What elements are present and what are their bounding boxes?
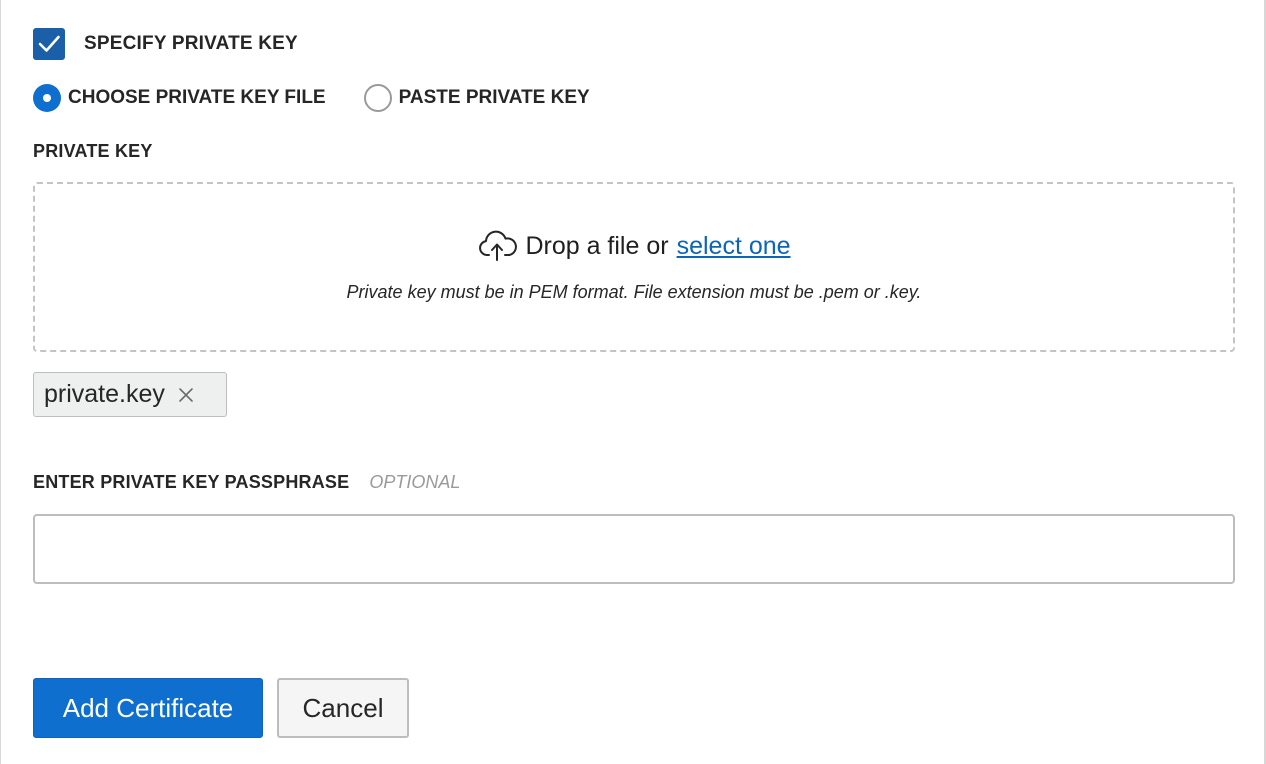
cloud-upload-icon [479, 230, 518, 261]
selected-file-chip: private.key [33, 372, 227, 417]
specify-private-key-checkbox[interactable] [33, 28, 65, 60]
file-drop-zone[interactable]: Drop a file or select one Private key mu… [33, 182, 1235, 352]
key-source-radio-group: CHOOSE PRIVATE KEY FILE PASTE PRIVATE KE… [33, 84, 590, 112]
drop-zone-message: Drop a file or select one [35, 230, 1233, 262]
specify-private-key-label: SPECIFY PRIVATE KEY [84, 33, 298, 54]
drop-zone-text: Drop a file or [525, 231, 669, 260]
passphrase-label-row: ENTER PRIVATE KEY PASSPHRASE OPTIONAL [33, 472, 460, 493]
optional-tag: OPTIONAL [369, 472, 461, 492]
close-icon[interactable] [177, 386, 195, 404]
passphrase-input[interactable] [33, 514, 1235, 584]
radio-unselected-icon[interactable] [363, 84, 392, 112]
radio-selected-icon[interactable] [33, 84, 61, 112]
add-certificate-button[interactable]: Add Certificate [33, 678, 263, 738]
specify-private-key-row[interactable]: SPECIFY PRIVATE KEY [33, 28, 298, 60]
radio-choose-key-file[interactable]: CHOOSE PRIVATE KEY FILE [33, 84, 326, 112]
checkmark-icon [38, 35, 60, 52]
radio-paste-key-label: PASTE PRIVATE KEY [398, 87, 590, 108]
select-file-link[interactable]: select one [677, 232, 791, 261]
radio-choose-key-file-label: CHOOSE PRIVATE KEY FILE [68, 87, 326, 108]
passphrase-label: ENTER PRIVATE KEY PASSPHRASE [33, 472, 350, 492]
selected-file-name: private.key [44, 380, 165, 408]
file-format-hint: Private key must be in PEM format. File … [346, 282, 922, 302]
cancel-button[interactable]: Cancel [277, 678, 409, 738]
radio-paste-key[interactable]: PASTE PRIVATE KEY [363, 84, 590, 112]
private-key-label: PRIVATE KEY [33, 141, 153, 161]
form-panel: SPECIFY PRIVATE KEY CHOOSE PRIVATE KEY F… [0, 0, 1266, 764]
